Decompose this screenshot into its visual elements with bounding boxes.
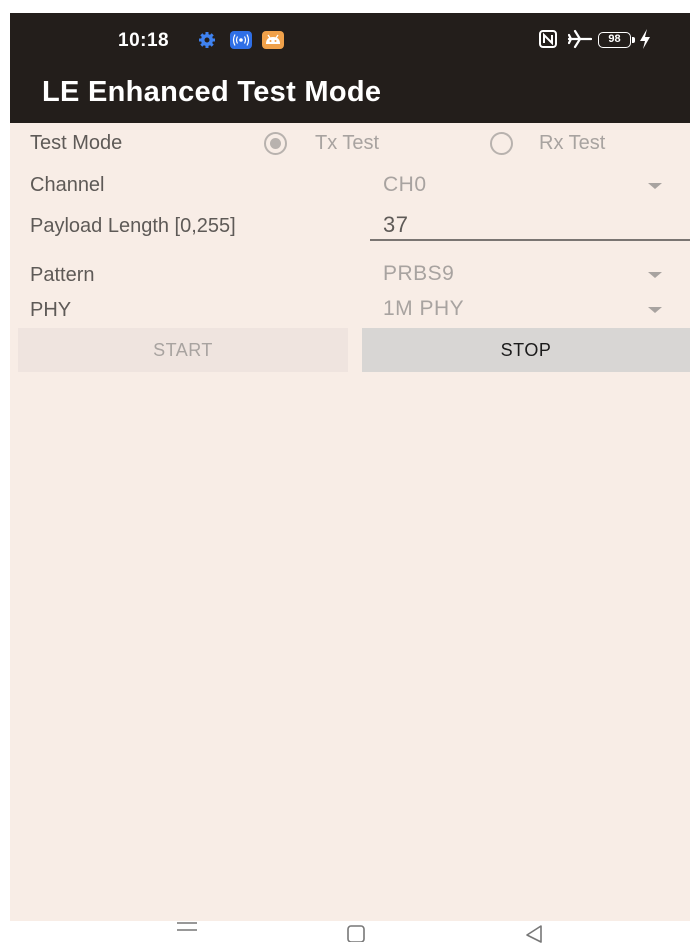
charging-icon: [640, 29, 650, 49]
stop-button[interactable]: STOP: [362, 328, 690, 372]
rx-test-label[interactable]: Rx Test: [539, 132, 605, 155]
channel-dropdown[interactable]: CH0: [383, 173, 427, 197]
nfc-icon: [539, 30, 557, 48]
airplane-icon: [568, 29, 592, 49]
test-mode-label: Test Mode: [30, 132, 123, 154]
payload-length-label: Payload Length [0,255]: [30, 215, 236, 237]
chevron-down-icon[interactable]: [648, 307, 662, 313]
top-bar: 10:18 98 LE Enhanced Test Mode: [10, 13, 690, 123]
pattern-label: Pattern: [30, 264, 95, 286]
chevron-down-icon[interactable]: [648, 183, 662, 189]
menu-icon[interactable]: [175, 919, 199, 937]
radio-selected-dot: [270, 138, 281, 149]
status-time: 10:18: [118, 30, 170, 51]
battery-tip: [632, 37, 635, 43]
rx-test-radio[interactable]: [490, 132, 513, 155]
app-title: LE Enhanced Test Mode: [42, 76, 382, 108]
payload-input-underline: [370, 239, 690, 241]
tx-test-label[interactable]: Tx Test: [315, 132, 379, 155]
status-bar: 10:18 98: [10, 13, 690, 71]
system-nav-bar: [0, 921, 690, 951]
battery-level: 98: [608, 33, 621, 45]
phy-label: PHY: [30, 299, 72, 321]
tx-test-radio[interactable]: [264, 132, 287, 155]
phy-dropdown[interactable]: 1M PHY: [383, 297, 464, 321]
home-icon[interactable]: [346, 922, 366, 942]
battery-icon: 98: [598, 32, 631, 48]
radio-wave-icon: [230, 31, 252, 49]
channel-label: Channel: [30, 174, 105, 196]
android-icon: [262, 31, 284, 49]
payload-length-input[interactable]: 37: [383, 212, 408, 238]
app-screen: 10:18 98 LE Enhanced Test Mode Test Mode…: [10, 13, 690, 921]
chevron-down-icon[interactable]: [648, 272, 662, 278]
pattern-dropdown[interactable]: PRBS9: [383, 262, 454, 286]
gear-icon: [199, 32, 215, 48]
start-button[interactable]: START: [18, 328, 348, 372]
back-icon[interactable]: [522, 921, 546, 943]
